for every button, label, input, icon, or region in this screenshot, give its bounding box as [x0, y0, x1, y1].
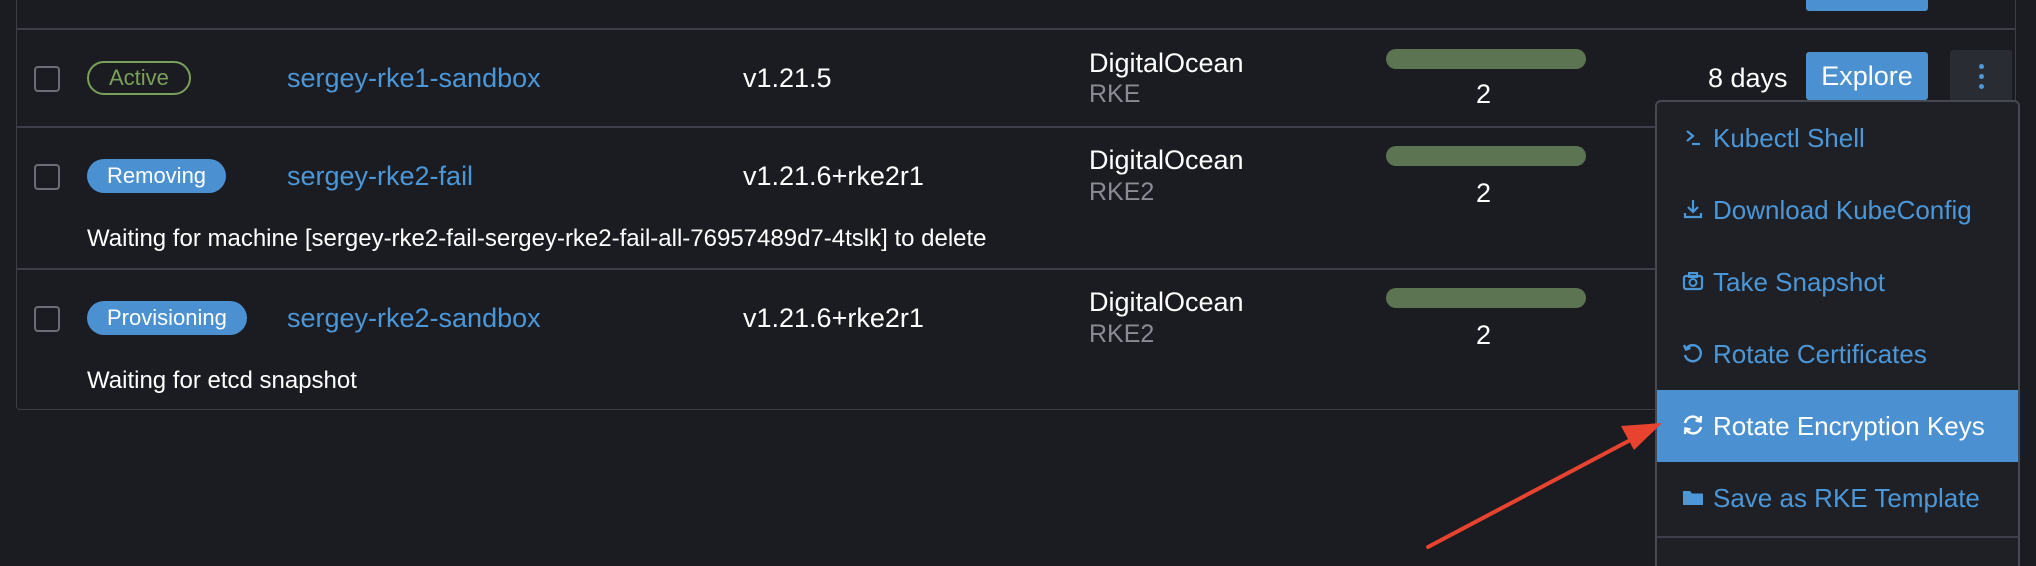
menu-item-kubectl-shell[interactable]: Kubectl Shell [1657, 102, 2018, 174]
menu-item-label: Download KubeConfig [1713, 195, 1972, 225]
menu-item-rotate-encryption-keys[interactable]: Rotate Encryption Keys [1657, 390, 2018, 462]
row-divider [16, 28, 2016, 30]
machines-progress-bar [1386, 49, 1586, 69]
status-badge: Active [87, 61, 191, 95]
explore-button[interactable]: Explore [1806, 52, 1928, 100]
folder-icon [1683, 491, 1703, 506]
menu-item-label: Rotate Encryption Keys [1713, 411, 1985, 441]
menu-item-rotate-certificates[interactable]: Rotate Certificates [1657, 318, 2018, 390]
download-icon [1683, 200, 1703, 219]
refresh-icon [1683, 415, 1703, 435]
distro-name: RKE [1089, 80, 1141, 108]
rotate-icon [1682, 344, 1702, 363]
menu-item-download-kubeconfig[interactable]: Download KubeConfig [1657, 174, 2018, 246]
menu-item-label: Rotate Certificates [1713, 339, 1927, 369]
machine-count: 2 [1476, 320, 1492, 350]
cluster-name-link[interactable]: sergey-rke1-sandbox [287, 65, 541, 92]
provider-name: DigitalOcean [1089, 48, 1244, 78]
machine-count: 2 [1476, 178, 1492, 208]
camera-icon [1682, 272, 1704, 291]
cluster-actions-menu: Kubectl Shell Download KubeConfig Take S… [1655, 100, 2020, 566]
menu-item-save-as-rke-template[interactable]: Save as RKE Template [1657, 462, 2018, 534]
row-checkbox[interactable] [34, 306, 60, 332]
machines-progress-bar [1386, 288, 1586, 308]
kebab-dot-icon [1978, 64, 1984, 69]
distro-name: RKE2 [1089, 178, 1155, 206]
row-actions-button[interactable] [1950, 50, 2012, 102]
kebab-dot-icon [1978, 84, 1984, 89]
machines-progress-bar [1386, 146, 1586, 166]
kubernetes-version: v1.21.6+rke2r1 [743, 161, 924, 191]
status-badge: Removing [87, 159, 227, 193]
kubernetes-version: v1.21.6+rke2r1 [743, 303, 924, 333]
menu-divider [1657, 536, 2018, 538]
cluster-name-link[interactable]: sergey-rke2-sandbox [287, 305, 541, 332]
menu-item-label: Take Snapshot [1713, 267, 1886, 297]
row-checkbox[interactable] [34, 164, 60, 190]
kubernetes-version: v1.21.5 [743, 63, 832, 93]
provider-name: DigitalOcean [1089, 287, 1244, 317]
cluster-age: 8 days [1708, 63, 1788, 93]
kebab-dot-icon [1978, 74, 1984, 79]
menu-item-label: Save as RKE Template [1713, 483, 1980, 513]
row-checkbox[interactable] [34, 66, 60, 92]
machine-count: 2 [1476, 79, 1492, 109]
cluster-name-link[interactable]: sergey-rke2-fail [287, 163, 473, 190]
cluster-list-screen: Active sergey-rke1-sandbox v1.21.5 Digit… [0, 0, 2036, 566]
status-message: Waiting for machine [sergey-rke2-fail-se… [87, 225, 987, 252]
provider-name: DigitalOcean [1089, 145, 1244, 175]
menu-item-take-snapshot[interactable]: Take Snapshot [1657, 246, 2018, 318]
terminal-icon [1686, 130, 1700, 146]
distro-name: RKE2 [1089, 320, 1155, 348]
status-badge: Provisioning [87, 301, 247, 335]
status-message: Waiting for etcd snapshot [87, 367, 357, 394]
explore-button-previous-row[interactable] [1806, 0, 1928, 11]
menu-item-label: Kubectl Shell [1713, 123, 1865, 153]
menu-item-partial[interactable] [1680, 560, 1920, 566]
